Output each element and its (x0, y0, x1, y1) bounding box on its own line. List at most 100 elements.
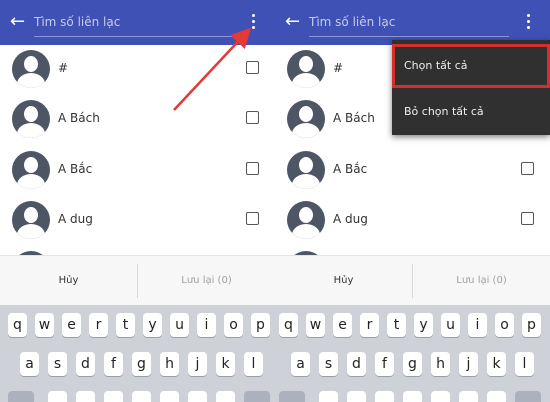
key[interactable]: e (62, 313, 81, 337)
key[interactable]: d (76, 352, 95, 376)
key-partial[interactable] (76, 391, 95, 402)
backspace-key[interactable] (515, 391, 541, 402)
more-options-icon[interactable] (248, 14, 258, 32)
key-partial[interactable] (104, 391, 123, 402)
contact-row[interactable]: # (0, 45, 275, 95)
more-options-icon[interactable] (523, 14, 533, 32)
key[interactable]: l (244, 352, 263, 376)
contact-name: A Bắc (58, 162, 93, 176)
key[interactable]: t (116, 313, 135, 337)
action-bar: Hủy Lưu lại (0) (0, 255, 275, 306)
key[interactable]: a (20, 352, 39, 376)
key[interactable]: a (291, 352, 310, 376)
key[interactable]: e (333, 313, 352, 337)
search-underline (34, 36, 234, 37)
contact-name: # (58, 61, 69, 75)
key-partial[interactable] (216, 391, 235, 402)
contact-checkbox[interactable] (246, 61, 259, 74)
avatar (12, 201, 50, 239)
key[interactable]: g (132, 352, 151, 376)
key[interactable]: q (279, 313, 298, 337)
key[interactable]: y (414, 313, 433, 337)
key[interactable]: h (160, 352, 179, 376)
search-field[interactable] (34, 11, 234, 37)
contact-row[interactable]: A dug (275, 196, 550, 246)
key[interactable]: k (216, 352, 235, 376)
key[interactable]: j (188, 352, 207, 376)
key-partial[interactable] (160, 391, 179, 402)
cancel-button[interactable]: Hủy (275, 256, 412, 306)
key[interactable]: r (89, 313, 108, 337)
key[interactable]: o (495, 313, 514, 337)
deselect-all-menu-item[interactable]: Bỏ chọn tất cả (392, 90, 550, 134)
back-arrow-icon[interactable]: ← (285, 12, 303, 32)
contact-row[interactable]: A Bắc (0, 146, 275, 196)
key-partial[interactable] (487, 391, 506, 402)
key[interactable]: p (251, 313, 270, 337)
backspace-key[interactable] (244, 391, 270, 402)
key[interactable]: p (522, 313, 541, 337)
contact-checkbox[interactable] (521, 162, 534, 175)
key[interactable]: i (197, 313, 216, 337)
key[interactable]: u (170, 313, 189, 337)
key-partial[interactable] (431, 391, 450, 402)
key[interactable]: j (459, 352, 478, 376)
contact-checkbox[interactable] (246, 212, 259, 225)
key-partial[interactable] (347, 391, 366, 402)
key[interactable]: w (35, 313, 54, 337)
key[interactable]: d (347, 352, 366, 376)
key-partial[interactable] (403, 391, 422, 402)
key[interactable]: q (8, 313, 27, 337)
contact-row[interactable]: A Bắc (275, 146, 550, 196)
contact-checkbox[interactable] (521, 212, 534, 225)
key-partial[interactable] (319, 391, 338, 402)
key[interactable]: l (515, 352, 534, 376)
key[interactable]: r (360, 313, 379, 337)
key[interactable]: s (319, 352, 338, 376)
search-field[interactable] (309, 11, 509, 37)
search-underline (309, 36, 509, 37)
key[interactable]: k (487, 352, 506, 376)
search-input[interactable] (309, 11, 509, 33)
cancel-button[interactable]: Hủy (0, 256, 137, 306)
contact-name: A Bắc (333, 162, 368, 176)
shift-key[interactable] (8, 391, 34, 402)
contact-row[interactable]: A Bách (0, 95, 275, 145)
key[interactable]: o (224, 313, 243, 337)
key[interactable]: h (431, 352, 450, 376)
search-input[interactable] (34, 11, 234, 33)
save-button[interactable]: Lưu lại (0) (413, 256, 550, 306)
select-all-menu-item[interactable]: Chọn tất cả (392, 44, 550, 88)
key[interactable]: f (375, 352, 394, 376)
action-bar: Hủy Lưu lại (0) (275, 255, 550, 306)
keyboard: q w e r t y u i o p a s d f g h j k l (275, 305, 550, 402)
avatar (287, 151, 325, 189)
key[interactable]: g (403, 352, 422, 376)
back-arrow-icon[interactable]: ← (10, 12, 28, 32)
avatar (287, 50, 325, 88)
contact-name: A dug (333, 212, 368, 226)
key-partial[interactable] (188, 391, 207, 402)
save-button[interactable]: Lưu lại (0) (138, 256, 275, 306)
contact-name: A Bách (333, 111, 375, 125)
key[interactable]: w (306, 313, 325, 337)
key-partial[interactable] (48, 391, 67, 402)
contact-checkbox[interactable] (246, 111, 259, 124)
contact-checkbox[interactable] (246, 162, 259, 175)
key[interactable]: y (143, 313, 162, 337)
contact-row[interactable]: A dug (0, 196, 275, 246)
key[interactable]: u (441, 313, 460, 337)
key-partial[interactable] (375, 391, 394, 402)
key[interactable]: i (468, 313, 487, 337)
key[interactable]: t (387, 313, 406, 337)
key[interactable]: f (104, 352, 123, 376)
shift-key[interactable] (279, 391, 305, 402)
key[interactable]: s (48, 352, 67, 376)
app-bar: ← (0, 0, 275, 45)
app-bar: ← (275, 0, 550, 45)
key-partial[interactable] (459, 391, 478, 402)
key-partial[interactable] (132, 391, 151, 402)
avatar (287, 100, 325, 138)
avatar (12, 151, 50, 189)
keyboard: q w e r t y u i o p a s d f g h j k l (0, 305, 275, 402)
